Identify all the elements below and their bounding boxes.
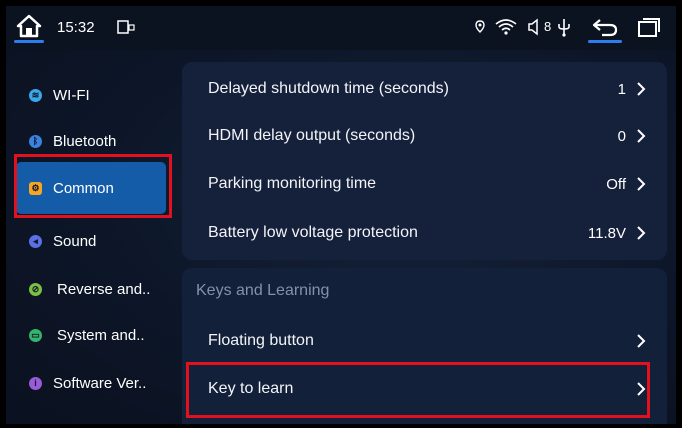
section-title-keys-learning: Keys and Learning	[196, 282, 330, 299]
volume-level: 8	[544, 19, 552, 34]
chevron-right-icon	[637, 129, 646, 143]
setting-row-hdmi-delay[interactable]: HDMI delay output (seconds) 0	[182, 113, 652, 159]
speaker-icon: ◂	[29, 234, 42, 248]
settings-sidebar: ≋ WI-FI ᛒ Bluetooth ⚙ Common ◂ Sound ⊘ R…	[6, 66, 176, 424]
clock: 15:32	[57, 19, 95, 36]
usb-icon	[558, 19, 570, 37]
wifi-icon	[495, 19, 517, 35]
chevron-right-icon	[637, 82, 646, 96]
volume-icon	[528, 18, 538, 36]
annotation-highlight-key-to-learn	[186, 362, 650, 418]
chevron-right-icon	[637, 334, 646, 348]
recent-apps-icon[interactable]	[636, 16, 662, 38]
sidebar-item-sound[interactable]: ◂ Sound	[16, 218, 166, 264]
bluetooth-icon: ᛒ	[29, 134, 42, 148]
annotation-highlight-common	[14, 154, 172, 218]
system-icon: ▭	[29, 328, 42, 342]
setting-row-delayed-shutdown[interactable]: Delayed shutdown time (seconds) 1	[182, 66, 652, 112]
location-icon	[475, 20, 485, 33]
chevron-right-icon	[637, 177, 646, 191]
setting-row-battery-protection[interactable]: Battery low voltage protection 11.8V	[182, 210, 652, 256]
sidebar-item-system[interactable]: ▭ System and..	[16, 312, 166, 358]
home-active-indicator	[14, 40, 44, 43]
sidebar-item-wifi[interactable]: ≋ WI-FI	[16, 72, 166, 118]
back-active-indicator	[588, 40, 622, 43]
status-bar: 15:32 8	[6, 6, 676, 50]
setting-row-floating-button[interactable]: Floating button	[182, 318, 652, 364]
chevron-right-icon	[637, 226, 646, 240]
setting-row-parking-monitoring[interactable]: Parking monitoring time Off	[182, 161, 652, 207]
back-icon[interactable]	[590, 16, 620, 38]
home-icon[interactable]	[16, 14, 42, 38]
screen-mirror-icon	[117, 20, 135, 34]
wifi-icon: ≋	[29, 88, 42, 102]
reverse-icon: ⊘	[29, 282, 42, 296]
sidebar-item-reverse[interactable]: ⊘ Reverse and..	[16, 266, 166, 312]
settings-screen: 15:32 8 ≋ WI-FI ᛒ Bluetooth ⚙ Common ◂ S…	[6, 6, 676, 424]
sidebar-item-software-version[interactable]: i Software Ver..	[16, 360, 166, 406]
info-icon: i	[29, 376, 42, 390]
